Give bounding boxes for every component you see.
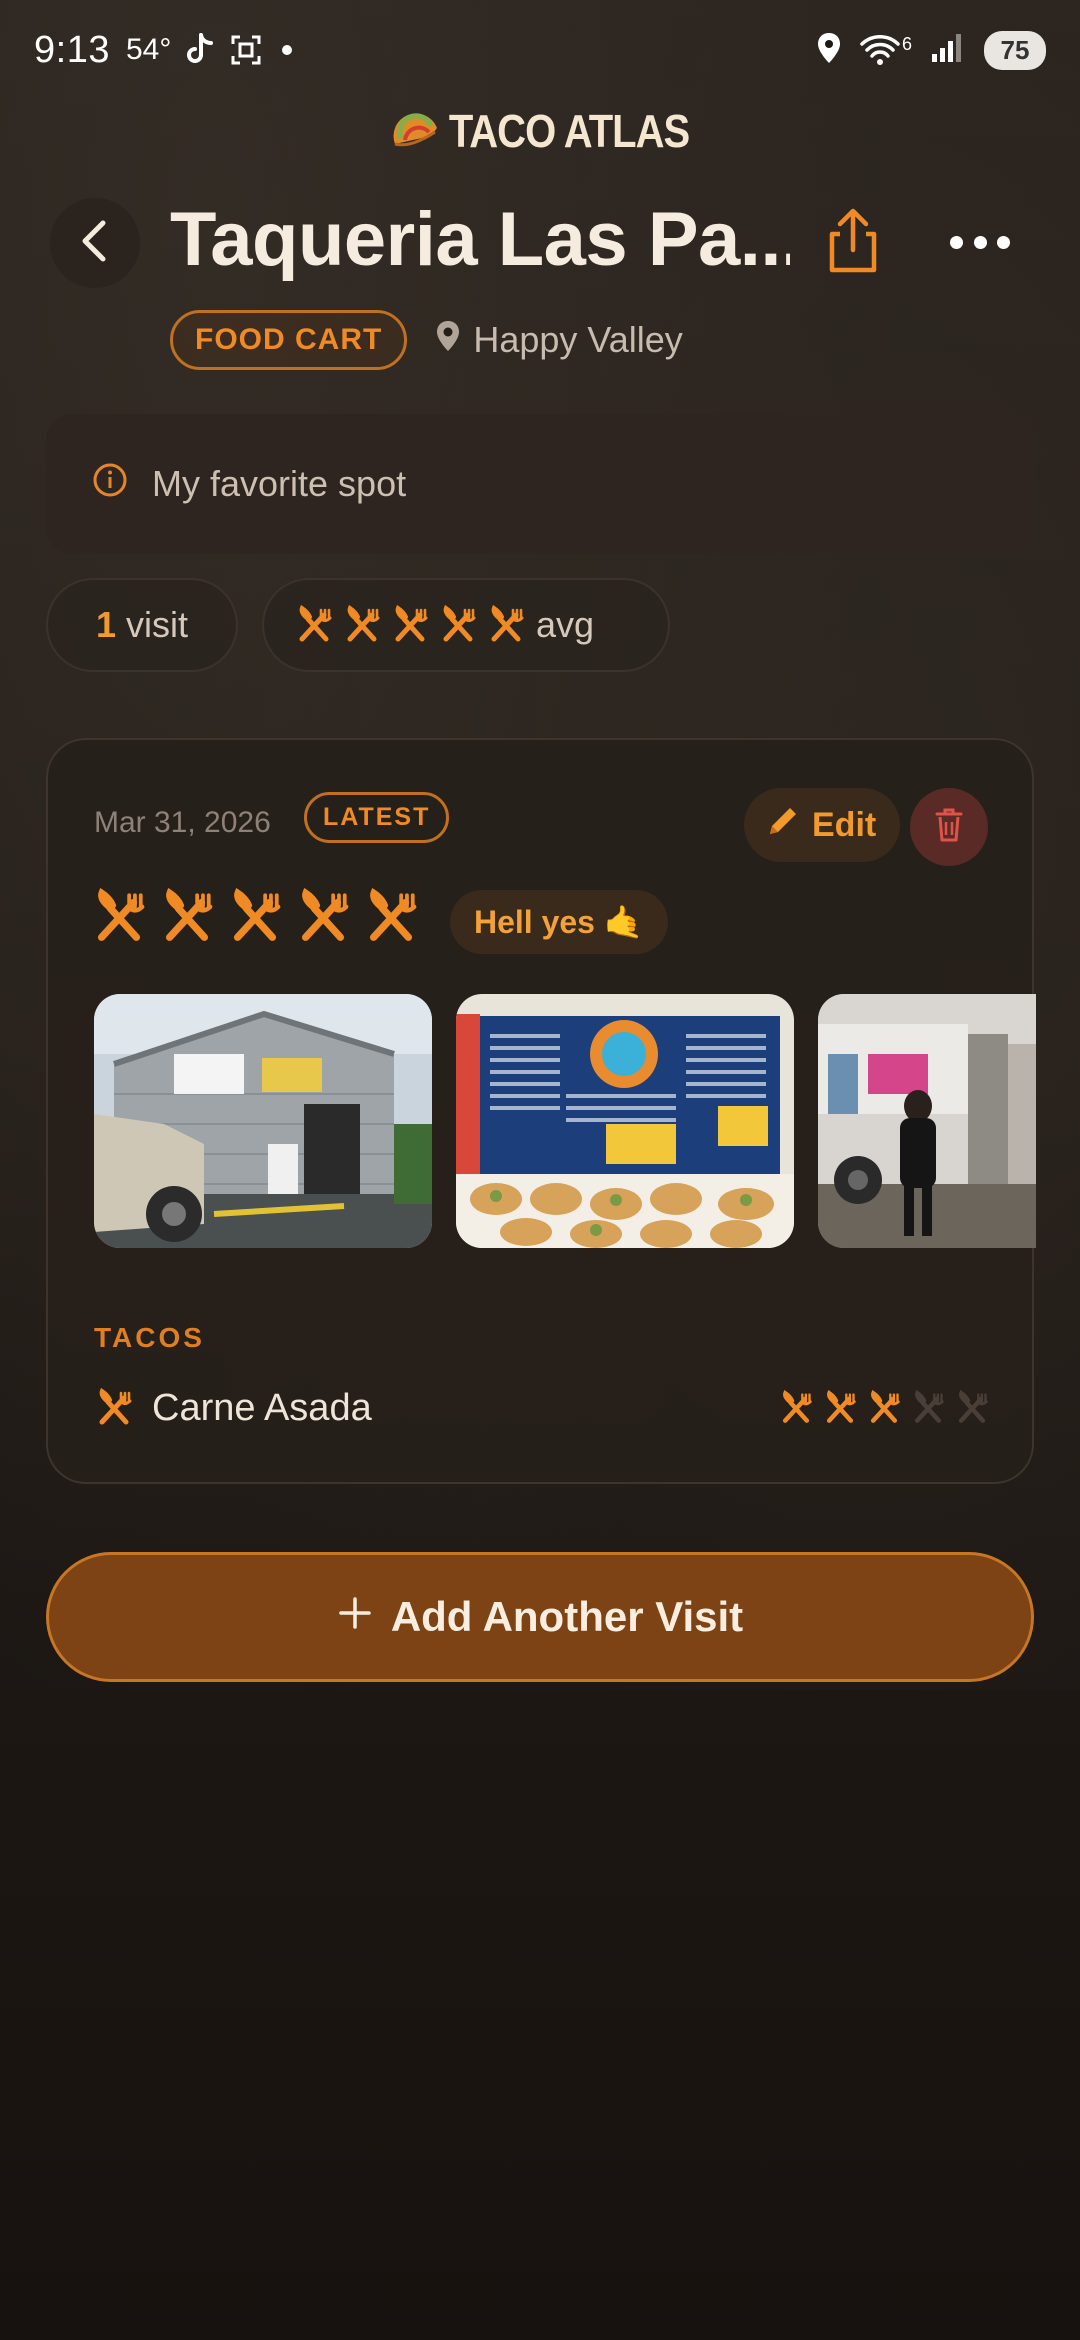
tiktok-icon	[185, 33, 215, 67]
visit-count: 1	[95, 604, 117, 645]
edit-label: Edit	[812, 805, 877, 844]
more-icon	[950, 235, 963, 249]
mood-chip: Hell yes 🤙	[450, 890, 668, 954]
plus-icon	[337, 1593, 373, 1641]
rating-utensils-icon-filled	[778, 1390, 814, 1426]
rating-utensils-icon-filled	[486, 605, 526, 645]
signal-icon	[930, 32, 966, 69]
wifi-icon: 6	[860, 34, 912, 66]
rating-utensils-icon-filled	[158, 888, 216, 946]
rating-utensils-icon-filled	[822, 1390, 858, 1426]
photo-menu-board[interactable]	[456, 994, 794, 1248]
taco-logo-icon	[391, 108, 441, 157]
share-icon	[820, 208, 886, 280]
notification-dot-icon	[277, 40, 297, 60]
taco-list-item[interactable]: Carne Asada	[94, 1380, 990, 1436]
place-note[interactable]: My favorite spot	[46, 414, 1034, 554]
taco-name: Carne Asada	[152, 1386, 372, 1429]
visit-count-chip: 1 visit	[46, 578, 238, 672]
taco-rating	[778, 1390, 990, 1426]
status-time: 9:13	[34, 28, 110, 71]
screenshot-icon	[229, 33, 263, 67]
app-logo: TACO ATLAS	[0, 106, 1080, 158]
network-label: 6	[901, 34, 912, 54]
rating-utensils-icon-empty	[910, 1390, 946, 1426]
more-icon-dot	[973, 235, 987, 249]
delete-visit-button[interactable]	[910, 788, 988, 866]
info-icon	[92, 462, 128, 507]
rating-utensils-icon-filled	[294, 605, 334, 645]
average-rating	[294, 605, 526, 645]
share-button[interactable]	[820, 206, 886, 276]
latest-badge: LATEST	[304, 792, 450, 843]
place-type-tag: FOOD CART	[170, 310, 408, 370]
photo-strip[interactable]	[94, 994, 1036, 1248]
average-rating-chip: avg	[262, 578, 670, 672]
rating-utensils-icon-filled	[342, 605, 382, 645]
location-text: Happy Valley	[473, 319, 683, 360]
avg-label: avg	[536, 604, 595, 645]
note-text: My favorite spot	[152, 463, 407, 504]
more-options-button[interactable]	[950, 222, 1010, 262]
tacos-section-title: TACOS	[94, 1322, 205, 1353]
rating-utensils-icon-filled	[294, 888, 352, 946]
battery-indicator: 75	[984, 30, 1046, 70]
rating-utensils-icon-filled	[438, 605, 478, 645]
rating-utensils-icon-filled	[866, 1390, 902, 1426]
rating-utensils-icon-filled	[226, 888, 284, 946]
app-logo-text: TACO ATLAS	[448, 106, 690, 158]
pin-icon	[435, 319, 461, 362]
rating-utensils-icon-empty	[954, 1390, 990, 1426]
visit-card: Mar 31, 2026 LATEST Edit Hell yes 🤙 TACO…	[46, 738, 1036, 1484]
more-icon-dot	[997, 235, 1010, 249]
background-lower	[0, 1690, 1080, 2340]
photo-storefront[interactable]	[94, 994, 432, 1248]
rating-utensils-icon-filled	[390, 605, 430, 645]
location-status-icon	[816, 31, 842, 70]
page-title: Taqueria Las Pa...	[170, 197, 790, 282]
mood-text: Hell yes 🤙	[474, 904, 644, 940]
place-meta-row: FOOD CART Happy Valley	[170, 310, 683, 370]
visit-label: visit	[126, 604, 189, 645]
add-visit-button[interactable]: Add Another Visit	[46, 1552, 1034, 1682]
rating-utensils-icon-filled	[90, 888, 148, 946]
location-label: Happy Valley	[435, 319, 683, 362]
visit-rating	[90, 888, 420, 946]
back-button[interactable]	[50, 198, 140, 288]
status-bar: 9:13 54° 6 75	[0, 0, 1080, 100]
rating-utensils-icon-filled	[362, 888, 420, 946]
visit-date: Mar 31, 2026	[94, 806, 271, 839]
edit-visit-button[interactable]: Edit	[744, 788, 901, 862]
status-temperature: 54°	[125, 33, 172, 66]
pencil-icon	[766, 804, 800, 847]
trash-icon	[934, 807, 964, 848]
back-icon	[77, 219, 113, 268]
add-visit-label: Add Another Visit	[390, 1593, 744, 1640]
utensils-icon	[94, 1388, 134, 1428]
photo-food-cart[interactable]	[818, 994, 1036, 1248]
